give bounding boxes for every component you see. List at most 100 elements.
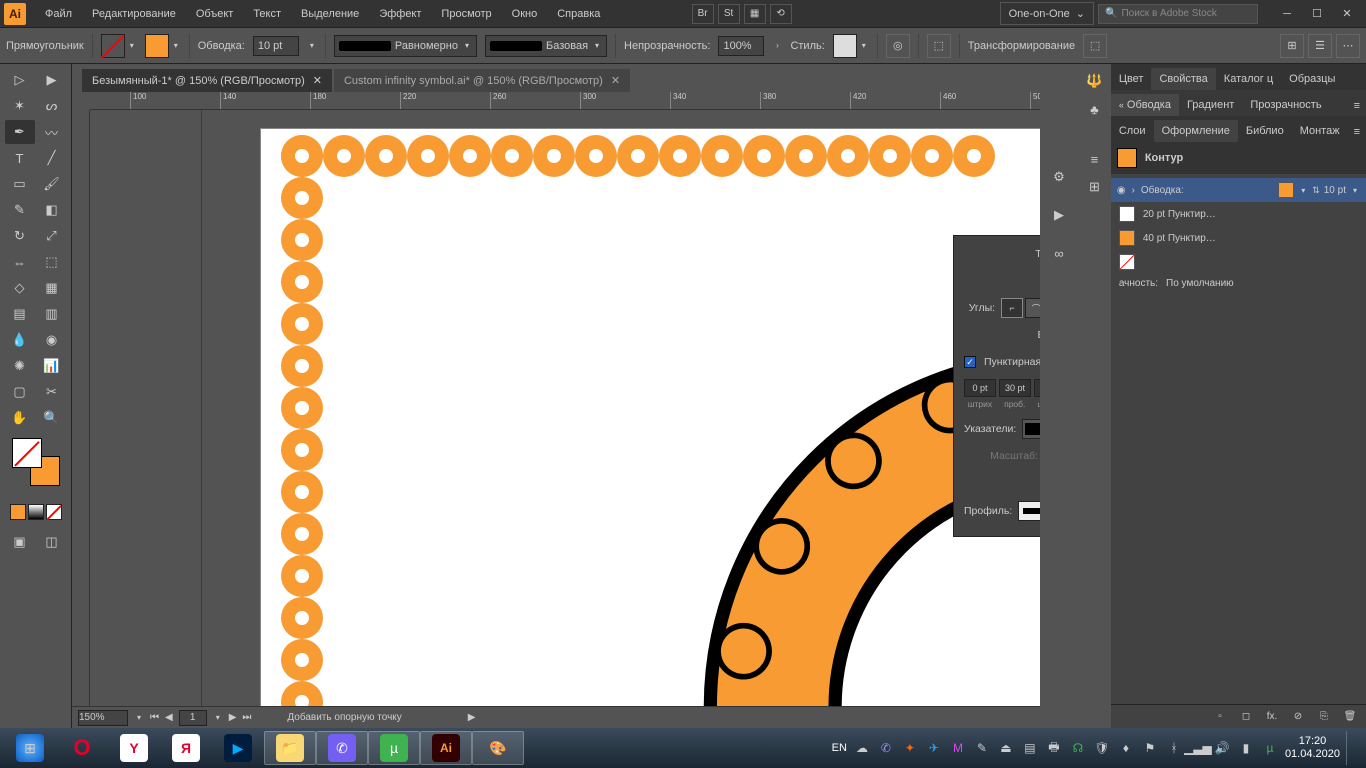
lasso-tool[interactable]: ᔕ — [37, 94, 67, 118]
status-hint-arrow[interactable]: ▶ — [468, 712, 476, 723]
pencil-tool[interactable]: ✎ — [5, 198, 35, 222]
tray-battery-icon[interactable]: ▮ — [1237, 739, 1255, 757]
graph-tool[interactable]: 📊 — [37, 354, 67, 378]
visibility-icon[interactable]: ◉ — [1117, 185, 1126, 196]
more-button[interactable]: ⋯ — [1336, 34, 1360, 58]
stroke-attr-row[interactable]: ◉ › Обводка: ▾ ⇅ 10 pt▾ — [1111, 178, 1366, 202]
menu-effect[interactable]: Эффект — [370, 4, 430, 24]
menu-file[interactable]: Файл — [36, 4, 81, 24]
tray-shield-icon[interactable]: 🛡 — [1093, 739, 1111, 757]
delete-button[interactable]: 🗑 — [1340, 708, 1360, 726]
close-icon[interactable]: ✕ — [611, 74, 620, 87]
draw-mode[interactable]: ◫ — [37, 530, 67, 554]
hand-tool[interactable]: ✋ — [5, 406, 35, 430]
var-width-1[interactable]: Равномерно▾ — [334, 35, 477, 57]
scale-tool[interactable]: ⤢ — [37, 224, 67, 248]
brush-tool[interactable]: 🖌 — [37, 172, 67, 196]
gradient-tool[interactable]: ▥ — [37, 302, 67, 326]
stock-search[interactable]: 🔍Поиск в Adobe Stock — [1098, 4, 1258, 24]
menu-select[interactable]: Выделение — [292, 4, 368, 24]
corner-round[interactable]: ⌒ — [1025, 298, 1040, 318]
tray-m-icon[interactable]: M — [949, 739, 967, 757]
menu-help[interactable]: Справка — [548, 4, 609, 24]
zoom-tool[interactable]: 🔍 — [37, 406, 67, 430]
tab-color-catalog[interactable]: Каталог ц — [1216, 68, 1281, 90]
new-stroke-button[interactable]: ◻ — [1236, 708, 1256, 726]
opacity-drop[interactable]: › — [772, 41, 782, 51]
stroke-item-1[interactable]: 20 pt Пунктир… — [1111, 202, 1366, 226]
recolor-button[interactable]: ◎ — [886, 34, 910, 58]
gradient-mode[interactable] — [28, 504, 44, 520]
transform-button[interactable]: ⬚ — [1083, 34, 1107, 58]
media-button[interactable]: ▶ — [212, 731, 264, 765]
play-icon[interactable]: ▶ — [1045, 202, 1073, 228]
symbols-icon[interactable]: 🔱 — [1080, 68, 1108, 94]
close-button[interactable]: ✕ — [1332, 4, 1362, 24]
maximize-button[interactable]: ☐ — [1302, 4, 1332, 24]
yandex-search-button[interactable]: Я — [160, 731, 212, 765]
symbol-tool[interactable]: ✺ — [5, 354, 35, 378]
eyedrop-tool[interactable]: 💧 — [5, 328, 35, 352]
tray-shield2-icon[interactable]: ♦ — [1117, 739, 1135, 757]
color-mode[interactable] — [10, 504, 26, 520]
shaper-tool[interactable]: ◇ — [5, 276, 35, 300]
doc-tab-1[interactable]: Безымянный-1* @ 150% (RGB/Просмотр)✕ — [82, 69, 332, 92]
curve-tool[interactable]: 〰 — [37, 120, 67, 144]
dash-1[interactable] — [964, 379, 996, 397]
perspective-tool[interactable]: ▦ — [37, 276, 67, 300]
tray-utorrent-icon[interactable]: µ — [1261, 739, 1279, 757]
tray-wifi-icon[interactable]: ▁▃▅ — [1189, 739, 1207, 757]
tray-flag-icon[interactable]: ⚑ — [1141, 739, 1159, 757]
tab-gradient[interactable]: Градиент — [1179, 94, 1242, 116]
style-swatch[interactable]: ▾ — [833, 34, 869, 58]
tray-telegram-icon[interactable]: ✈ — [925, 739, 943, 757]
nav-next[interactable]: ▶ — [229, 712, 237, 723]
tray-alert-icon[interactable]: ✦ — [901, 739, 919, 757]
mesh-tool[interactable]: ▤ — [5, 302, 35, 326]
rotate-tool[interactable]: ↻ — [5, 224, 35, 248]
profile-select[interactable]: Равномерно — [1018, 501, 1040, 521]
magic-wand-tool[interactable]: ✶ — [5, 94, 35, 118]
fx-button[interactable]: fx. — [1262, 708, 1282, 726]
doc-tab-2[interactable]: Custom infinity symbol.ai* @ 150% (RGB/П… — [334, 69, 630, 92]
close-icon[interactable]: ✕ — [313, 74, 322, 87]
fill-swatch-group[interactable]: ▾ — [101, 34, 137, 58]
dashed-checkbox[interactable]: ✓ — [964, 356, 976, 368]
tab-transparency[interactable]: Прозрачность — [1242, 94, 1329, 116]
show-desktop[interactable] — [1346, 731, 1354, 765]
fill-stroke-swatch[interactable] — [12, 438, 60, 486]
opera-button[interactable]: O — [56, 731, 108, 765]
expand-icon[interactable]: › — [1132, 185, 1135, 196]
zoom-input[interactable] — [78, 710, 128, 726]
tray-eject-icon[interactable]: ⏏ — [997, 739, 1015, 757]
align-button[interactable]: ⊞ — [1280, 34, 1304, 58]
isolate-button[interactable]: ⬚ — [927, 34, 951, 58]
viber-button[interactable]: ✆ — [316, 731, 368, 765]
fill-item[interactable] — [1111, 250, 1366, 274]
nav-first[interactable]: ⏮ — [150, 712, 159, 723]
direct-select-tool[interactable]: ▶ — [37, 68, 67, 92]
width-tool[interactable]: ⇔ — [5, 250, 35, 274]
var-width-2[interactable]: Базовая▾ — [485, 35, 607, 57]
tab-artboards[interactable]: Монтаж — [1292, 120, 1348, 142]
nav-last[interactable]: ⏭ — [242, 712, 251, 723]
tab-color[interactable]: Цвет — [1111, 68, 1152, 90]
menu-view[interactable]: Просмотр — [432, 4, 500, 24]
stroke-weight-input[interactable] — [253, 36, 299, 56]
shape-button[interactable]: ☰ — [1308, 34, 1332, 58]
gap-1[interactable] — [999, 379, 1031, 397]
links-icon[interactable]: ∞ — [1045, 240, 1073, 266]
artboard-tool[interactable]: ▢ — [5, 380, 35, 404]
arrow-start[interactable] — [1022, 419, 1040, 439]
explorer-button[interactable]: 📁 — [264, 731, 316, 765]
illustrator-button[interactable]: Ai — [420, 731, 472, 765]
type-tool[interactable]: T — [5, 146, 35, 170]
minimize-button[interactable]: ─ — [1272, 4, 1302, 24]
rectangle-tool[interactable]: ▭ — [5, 172, 35, 196]
stroke-weight-drop[interactable]: ▾ — [307, 41, 317, 51]
opacity-item[interactable]: ачность: По умолчанию — [1111, 274, 1366, 293]
nav-prev[interactable]: ◀ — [165, 712, 173, 723]
new-fill-button[interactable]: ▫ — [1210, 708, 1230, 726]
slice-tool[interactable]: ✂ — [37, 380, 67, 404]
tab-properties[interactable]: Свойства — [1151, 68, 1215, 90]
